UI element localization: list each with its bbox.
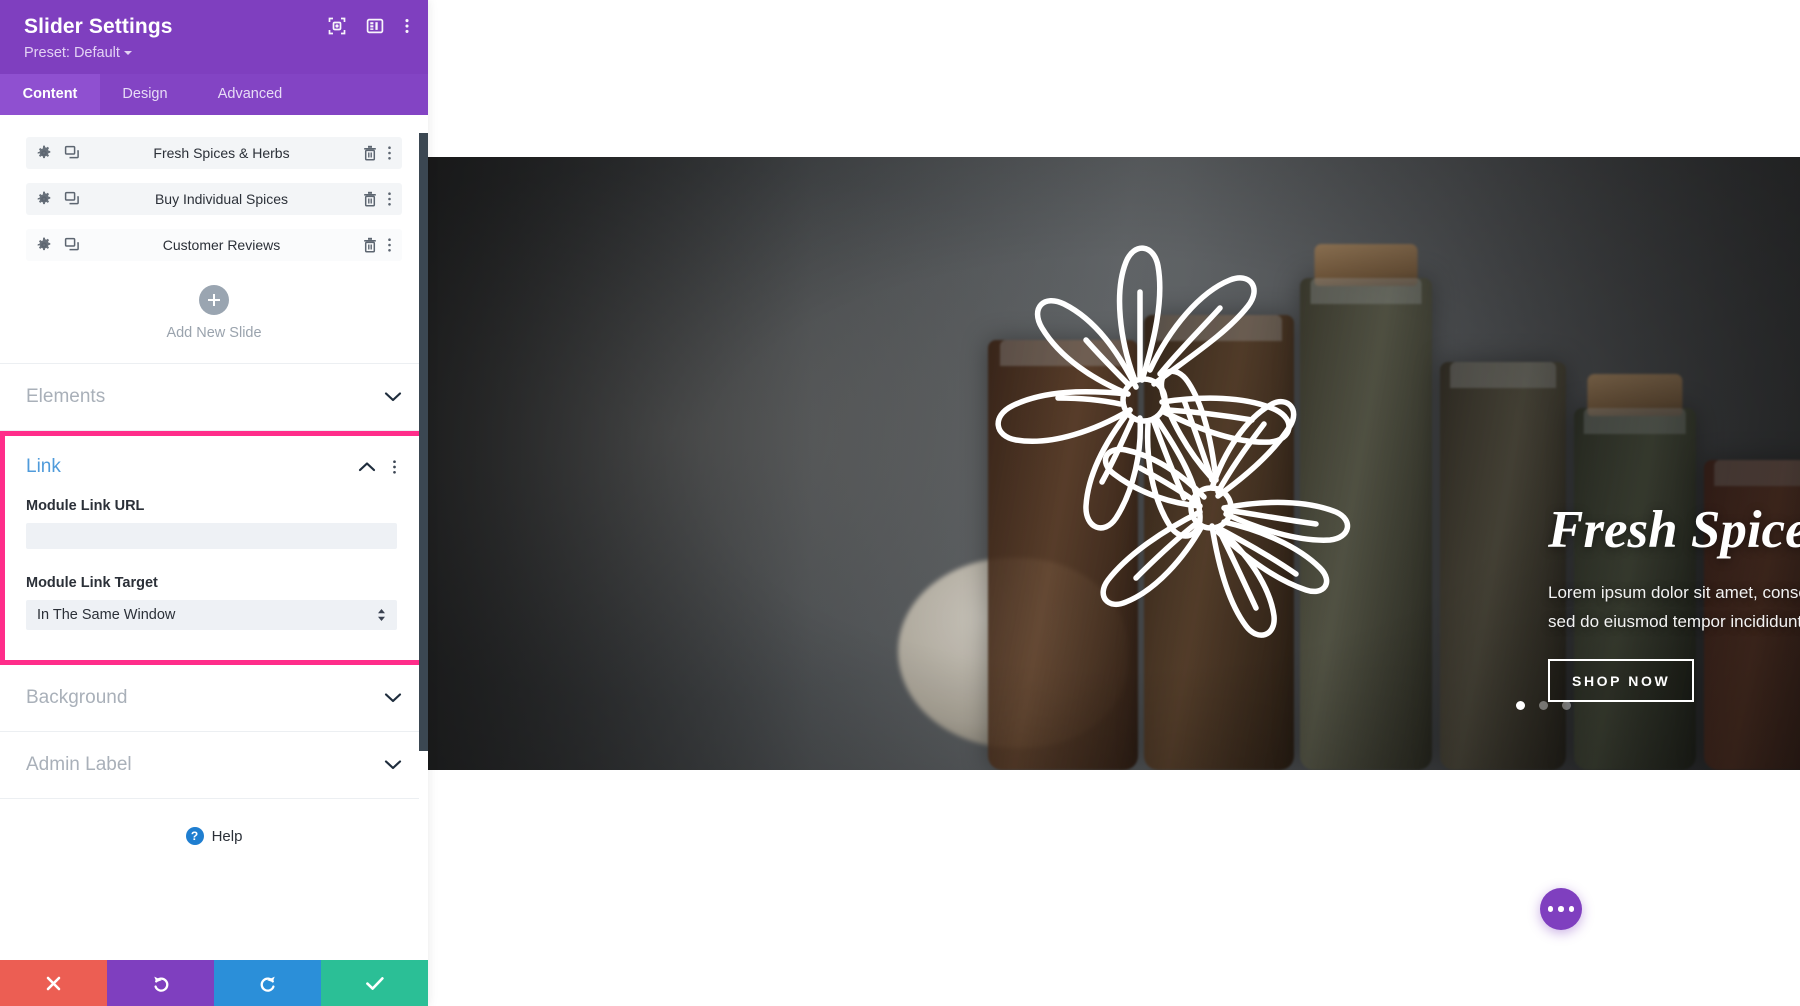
panel-scrollbar-thumb[interactable] <box>419 133 428 751</box>
slide-item-3[interactable]: Customer Reviews <box>26 229 402 261</box>
slide-item-3-right-icons <box>363 237 392 253</box>
section-link-kebab-icon[interactable] <box>392 459 397 475</box>
panel-action-bar <box>0 960 428 1006</box>
help-label: Help <box>211 827 243 845</box>
question-mark-icon: ? <box>185 827 204 845</box>
slide-body-line-1: Lorem ipsum dolor sit amet, consectetur … <box>1548 583 1800 603</box>
section-link-head[interactable]: Link <box>26 436 397 498</box>
redo-button[interactable] <box>214 960 321 1006</box>
ellipsis-icon-dot-3 <box>1568 906 1575 912</box>
chevron-down-icon[interactable] <box>384 391 402 403</box>
close-icon <box>46 976 61 990</box>
chevron-up-icon[interactable] <box>358 461 376 473</box>
section-background-head[interactable]: Background <box>26 665 402 731</box>
section-admin-label-head[interactable]: Admin Label <box>26 732 402 798</box>
slide-item-3-left-icons <box>36 237 80 253</box>
ellipsis-icon-dot-2 <box>1558 906 1564 912</box>
slide-item-3-title: Customer Reviews <box>162 237 281 253</box>
redo-icon <box>260 976 275 992</box>
undo-icon <box>153 976 168 992</box>
section-admin-label[interactable]: Admin Label <box>0 732 428 799</box>
help-button[interactable]: ? Help <box>185 827 243 845</box>
pagination-dot-1[interactable] <box>1516 701 1525 710</box>
ellipsis-icon-dot-1 <box>1547 906 1554 912</box>
tab-content[interactable]: Content <box>0 74 100 115</box>
slide-item-1-title: Fresh Spices & Herbs <box>153 145 290 161</box>
cancel-button[interactable] <box>0 960 107 1006</box>
section-background-title: Background <box>26 687 128 708</box>
section-link-title: Link <box>26 456 61 477</box>
divi-builder-screen: Slider Settings Preset: Default Content … <box>0 0 1800 1006</box>
trash-icon[interactable] <box>363 145 377 161</box>
trash-icon[interactable] <box>363 237 377 253</box>
gear-icon[interactable] <box>36 191 52 207</box>
section-background[interactable]: Background <box>0 665 428 732</box>
panel-scroll-body: Fresh Spices & Herbs Buy Individual Spic… <box>0 115 428 960</box>
page-settings-fab[interactable] <box>1540 888 1582 930</box>
slide-item-1-right-icons <box>363 145 392 161</box>
add-new-slide-label: Add New Slide <box>166 325 262 341</box>
tab-design[interactable]: Design <box>100 74 190 115</box>
section-elements-title: Elements <box>26 386 106 407</box>
page-preview: Fresh Spices & Herbs Lorem ipsum dolor s… <box>428 0 1800 1006</box>
chevron-down-icon <box>123 51 132 55</box>
shop-now-button[interactable]: SHOP NOW <box>1548 658 1695 702</box>
add-new-slide[interactable]: Add New Slide <box>0 275 428 364</box>
layout-panel-icon[interactable] <box>366 17 384 35</box>
slide-kebab-icon[interactable] <box>387 145 392 161</box>
slide-item-2-left-icons <box>36 191 80 207</box>
slide-item-2-title: Buy Individual Spices <box>154 191 289 207</box>
module-link-url-input[interactable] <box>26 523 397 549</box>
module-link-target-select-wrap: In The Same Window <box>26 600 397 630</box>
slide-kebab-icon[interactable] <box>387 237 392 253</box>
pagination-dot-3[interactable] <box>1562 701 1571 710</box>
module-link-target-label: Module Link Target <box>26 575 158 591</box>
slider-module-preview[interactable]: Fresh Spices & Herbs Lorem ipsum dolor s… <box>428 157 1800 770</box>
trash-icon[interactable] <box>363 191 377 207</box>
slide-item-2[interactable]: Buy Individual Spices <box>26 183 402 215</box>
preset-selector[interactable]: Preset: Default <box>24 44 404 62</box>
field-module-link-target: Module Link Target In The Same Window <box>26 575 397 630</box>
check-icon <box>365 976 384 990</box>
chevron-down-icon[interactable] <box>384 759 402 771</box>
slide-kebab-icon[interactable] <box>387 191 392 207</box>
focus-icon[interactable] <box>328 17 346 35</box>
duplicate-icon[interactable] <box>64 237 80 253</box>
panel-header: Slider Settings Preset: Default <box>0 0 428 74</box>
module-link-target-select[interactable]: In The Same Window <box>26 600 397 630</box>
panel-scrollbar[interactable] <box>419 115 428 960</box>
slider-pagination <box>1516 701 1571 710</box>
section-link: Link Module Link URL Module Link Target … <box>0 431 428 665</box>
gear-icon[interactable] <box>36 237 52 253</box>
panel-tabs: Content Design Advanced <box>0 74 428 115</box>
slide-item-2-right-icons <box>363 191 392 207</box>
duplicate-icon[interactable] <box>64 191 80 207</box>
slide-heading: Fresh Spices & Herbs <box>1548 501 1800 559</box>
section-elements[interactable]: Elements <box>0 364 428 431</box>
section-elements-head[interactable]: Elements <box>26 364 402 430</box>
chevron-down-icon[interactable] <box>384 692 402 704</box>
slide-item-1-left-icons <box>36 145 80 161</box>
slide-body-line-2: sed do eiusmod tempor incididunt ut labo… <box>1548 612 1800 632</box>
kebab-menu-icon[interactable] <box>404 17 410 35</box>
section-admin-label-title: Admin Label <box>26 754 132 775</box>
save-button[interactable] <box>321 960 428 1006</box>
plus-icon[interactable] <box>199 285 229 315</box>
slide-body: Lorem ipsum dolor sit amet, consectetur … <box>1548 578 1800 636</box>
help-row: ? Help <box>0 799 428 880</box>
module-link-url-label: Module Link URL <box>26 498 145 514</box>
slide-copy: Fresh Spices & Herbs Lorem ipsum dolor s… <box>1548 502 1800 702</box>
field-module-link-url: Module Link URL <box>26 498 397 549</box>
module-settings-panel: Slider Settings Preset: Default Content … <box>0 0 428 1006</box>
slides-list: Fresh Spices & Herbs Buy Individual Spic… <box>0 115 428 261</box>
preset-label: Preset: Default <box>24 45 120 61</box>
undo-button[interactable] <box>107 960 214 1006</box>
gear-icon[interactable] <box>36 145 52 161</box>
tab-advanced[interactable]: Advanced <box>190 74 310 115</box>
duplicate-icon[interactable] <box>64 145 80 161</box>
slide-item-1[interactable]: Fresh Spices & Herbs <box>26 137 402 169</box>
pagination-dot-2[interactable] <box>1539 701 1548 710</box>
panel-header-icons <box>328 17 410 35</box>
